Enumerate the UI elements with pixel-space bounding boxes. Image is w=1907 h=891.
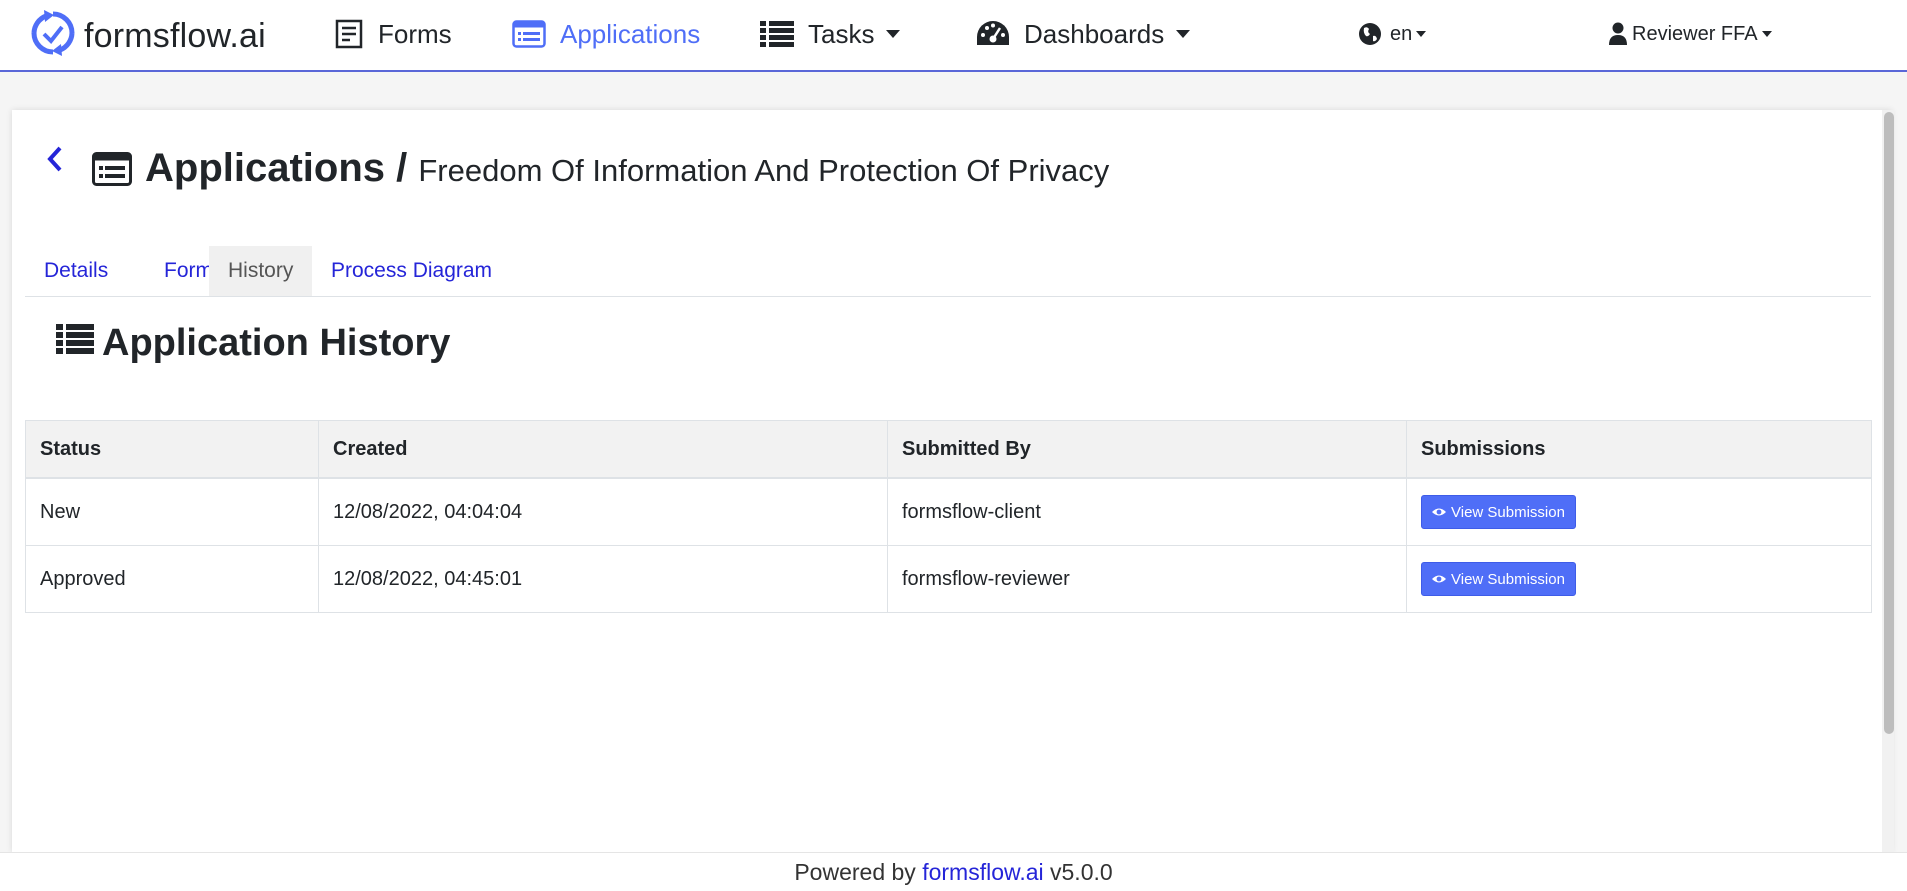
nav-applications[interactable]: Applications (512, 14, 700, 54)
view-submission-button[interactable]: View Submission (1421, 495, 1576, 529)
nav-dashboards-label: Dashboards (1024, 18, 1165, 49)
table-row: Approved 12/08/2022, 04:45:01 formsflow-… (25, 545, 1872, 613)
formsflow-logo-icon (30, 8, 76, 65)
nav-forms-label: Forms (378, 18, 452, 49)
dashboard-gauge-icon (976, 19, 1010, 49)
language-selector[interactable]: en (1358, 14, 1427, 54)
nav-tasks[interactable]: Tasks (760, 14, 901, 54)
back-button[interactable] (44, 144, 66, 179)
language-label: en (1390, 22, 1413, 45)
chevron-down-icon (1416, 31, 1427, 37)
view-submission-label: View Submission (1451, 503, 1565, 521)
tab-history[interactable]: History (209, 246, 313, 296)
nav-dashboards[interactable]: Dashboards (976, 14, 1191, 54)
section-title-text: Application History (102, 322, 451, 364)
footer-prefix: Powered by (794, 859, 916, 885)
nav-applications-label: Applications (560, 18, 701, 49)
history-table: Status Created Submitted By Submissions … (25, 420, 1872, 613)
eye-icon (1432, 575, 1446, 583)
cell-created: 12/08/2022, 04:04:04 (318, 477, 888, 546)
column-header-submitted-by: Submitted By (887, 420, 1407, 479)
page-title: Applications / Freedom Of Information An… (145, 146, 1109, 191)
cell-submissions: View Submission (1406, 477, 1872, 546)
column-header-status: Status (25, 420, 319, 479)
footer: Powered by formsflow.ai v5.0.0 (0, 852, 1907, 891)
nav-forms[interactable]: Forms (334, 14, 452, 54)
view-submission-button[interactable]: View Submission (1421, 562, 1576, 596)
table-header-row: Status Created Submitted By Submissions (25, 420, 1872, 479)
tab-bar: Details Form History Process Diagram (25, 246, 1871, 297)
page-title-subtitle: Freedom Of Information And Protection Of… (418, 153, 1110, 188)
scrollbar-thumb[interactable] (1884, 112, 1894, 734)
tab-details[interactable]: Details (25, 246, 127, 296)
footer-link[interactable]: formsflow.ai (922, 859, 1043, 885)
table-row: New 12/08/2022, 04:04:04 formsflow-clien… (25, 477, 1872, 546)
column-header-submissions: Submissions (1406, 420, 1872, 479)
cell-submissions: View Submission (1406, 545, 1872, 613)
chevron-down-icon (1761, 31, 1772, 37)
cell-submitted-by: formsflow-reviewer (887, 545, 1407, 613)
user-name: Reviewer FFA (1632, 22, 1758, 45)
user-icon (1608, 22, 1628, 46)
list-alt-icon (92, 152, 132, 191)
chevron-left-icon (44, 146, 66, 178)
cell-status: New (25, 477, 319, 546)
chevron-down-icon (886, 30, 901, 38)
brand-name: formsflow.ai (84, 16, 266, 55)
list-alt-icon (512, 20, 546, 48)
cell-status: Approved (25, 545, 319, 613)
form-icon (334, 19, 364, 49)
section-title: Application History (56, 322, 450, 365)
top-navbar: formsflow.ai Forms Applications Tasks Da… (0, 0, 1907, 72)
view-submission-label: View Submission (1451, 570, 1565, 588)
list-icon (760, 20, 794, 48)
page-title-main: Applications / (145, 146, 408, 190)
eye-icon (1432, 508, 1446, 516)
tab-process-diagram[interactable]: Process Diagram (312, 246, 511, 296)
user-menu[interactable]: Reviewer FFA (1608, 14, 1772, 54)
cell-submitted-by: formsflow-client (887, 477, 1407, 546)
cell-created: 12/08/2022, 04:45:01 (318, 545, 888, 613)
chevron-down-icon (1176, 30, 1191, 38)
globe-icon (1358, 22, 1382, 46)
footer-version: v5.0.0 (1050, 859, 1113, 885)
nav-tasks-label: Tasks (808, 18, 875, 49)
list-icon (56, 322, 94, 365)
column-header-created: Created (318, 420, 888, 479)
brand[interactable]: formsflow.ai (30, 8, 266, 64)
